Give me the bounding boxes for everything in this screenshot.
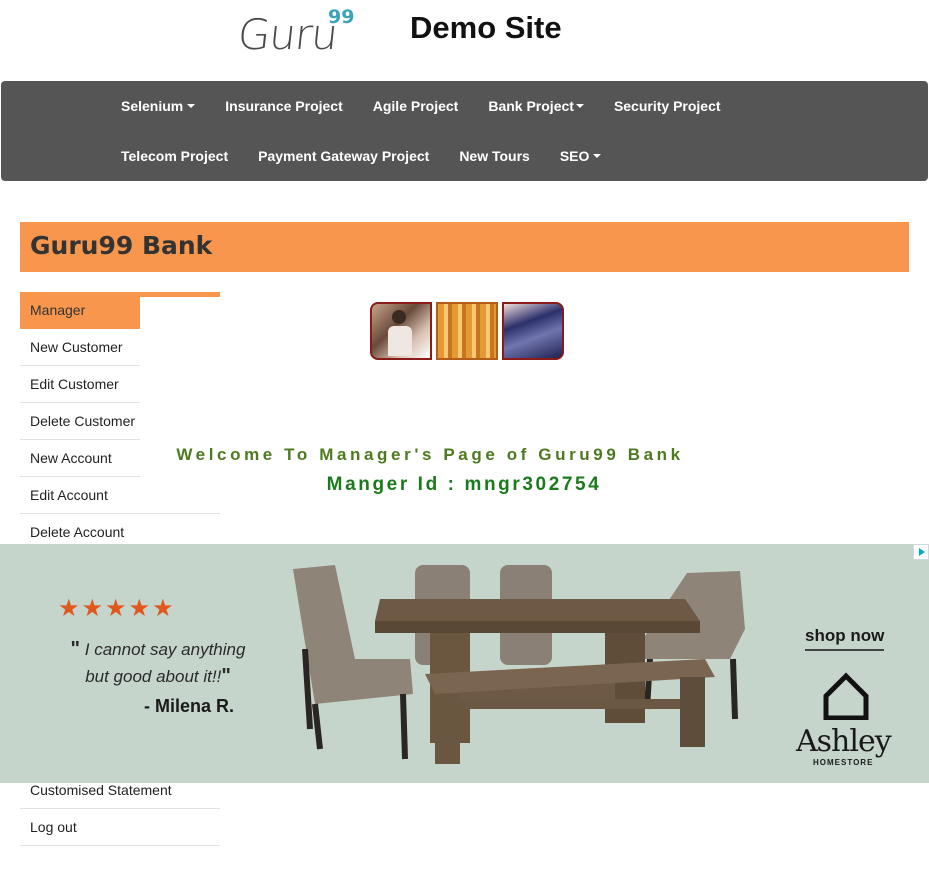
logo-superscript: 99 [328,6,355,28]
adchoices-icon[interactable] [913,544,929,560]
ad-author: - Milena R. [144,696,235,716]
house-logo-icon [823,672,869,720]
rating-stars: ★★★★★ [58,594,176,622]
shop-now-link[interactable]: shop now [805,626,885,651]
nav-label: Security Project [613,98,721,114]
coins-photo [436,302,498,360]
bank-banner: Guru99 Bank [20,222,909,272]
nav-item-selenium[interactable]: Selenium [106,81,210,131]
close-quote-icon: " [221,665,231,687]
nav-item-agile-project[interactable]: Agile Project [358,81,474,131]
sidebar-item-new-customer[interactable]: New Customer [20,329,140,366]
caret-down-icon [187,104,196,109]
site-title: Demo Site [410,10,562,45]
sidebar-menu-bottom: Customised Statement Log out [20,772,220,846]
nav-item-bank-project[interactable]: Bank Project [473,81,599,131]
nav-item-new-tours[interactable]: New Tours [444,131,545,181]
nav-label: Payment Gateway Project [258,148,430,164]
nav-item-security-project[interactable]: Security Project [599,81,736,131]
ad-brand-sub: HOMESTORE [813,758,874,767]
caret-down-icon [593,154,602,159]
sidebar-item-delete-customer[interactable]: Delete Customer [20,403,140,440]
nav-item-insurance-project[interactable]: Insurance Project [210,81,358,131]
sidebar-item-log-out[interactable]: Log out [20,809,220,846]
nav-item-payment-gateway-project[interactable]: Payment Gateway Project [243,131,444,181]
nav-item-seo[interactable]: SEO [545,131,617,181]
manager-id: Manger Id : mngr302754 [326,474,602,495]
nav-label: Insurance Project [225,98,343,114]
nav-label: Telecom Project [121,148,229,164]
dining-set-illustration [293,565,745,764]
ad-brand: Ashley [796,724,892,759]
nav-label: New Tours [459,148,530,164]
nav-label: Bank Project [488,98,574,114]
open-quote-icon: " [70,638,81,660]
person-body-shape [388,326,412,356]
logo-text: Guru [235,10,340,59]
nav-label: Agile Project [372,98,459,114]
ashley-advertisement[interactable]: ★★★★★ " I cannot say anything but good a… [0,544,929,783]
banker-photo [502,302,564,360]
nav-item-telecom-project[interactable]: Telecom Project [106,131,243,181]
ad-testimonial: " I cannot say anything but good about i… [58,636,258,690]
sidebar-item-manager[interactable]: Manager [20,292,140,329]
nav-row-1: Selenium Insurance Project Agile Project… [106,81,736,131]
manager-image-strip [370,300,564,362]
main-navbar: Selenium Insurance Project Agile Project… [1,81,928,181]
nav-row-2: Telecom Project Payment Gateway Project … [106,131,616,181]
nav-label: Selenium [121,98,184,114]
person-head-shape [392,310,406,324]
welcome-message: Welcome To Manager's Page of Guru99 Bank [176,445,684,464]
sidebar-menu: Manager New Customer Edit Customer Delet… [20,292,220,551]
bank-title: Guru99 Bank [30,231,213,260]
nav-label: SEO [559,148,590,164]
caret-down-icon [575,104,584,109]
sidebar-item-edit-customer[interactable]: Edit Customer [20,366,140,403]
guru99-logo[interactable]: Guru 99 [235,6,368,59]
manager-photo [370,302,432,360]
